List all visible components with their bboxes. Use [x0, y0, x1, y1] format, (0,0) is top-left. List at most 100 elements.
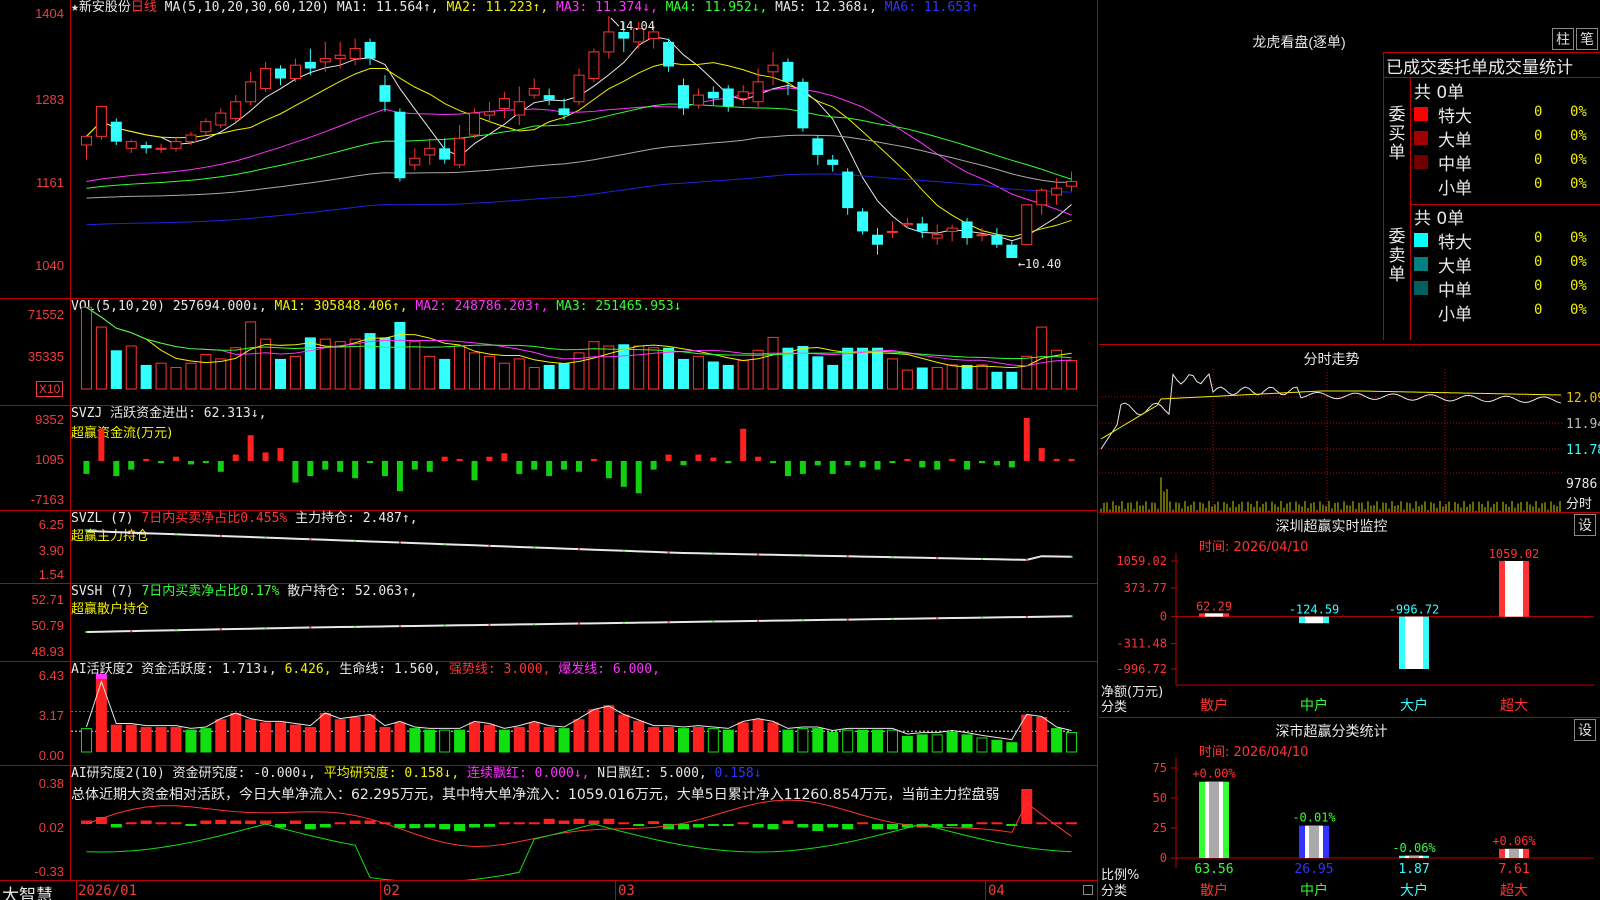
candle-body: [274, 68, 286, 79]
svzj-bar: [367, 461, 374, 464]
ai-research-bar: [991, 822, 1003, 825]
sz-monitor-ytick: 0: [1160, 610, 1167, 624]
ai-activity-bar: [558, 728, 570, 753]
ai-research-bar: [334, 822, 346, 825]
ai-activity-bar: [304, 727, 316, 752]
ai-research-bar: [469, 824, 481, 828]
volume-panel[interactable]: VOL(5,10,20) 257694.000↓, MA1: 305848.40…: [0, 298, 1098, 405]
svzl-line-dot: [846, 555, 849, 558]
tick-mode-button[interactable]: 笔: [1576, 28, 1598, 50]
sell-row-percent: 0%: [1570, 302, 1587, 318]
candle-body: [812, 138, 824, 155]
intraday-chart[interactable]: [1099, 369, 1569, 513]
ai-activity-bar: [379, 727, 391, 752]
svzl-line-dot: [891, 556, 894, 559]
svzj-bar: [277, 448, 284, 461]
ai-activity-bar: [125, 724, 137, 752]
candle-body: [140, 144, 152, 149]
lock-icon[interactable]: [1083, 885, 1093, 895]
sz-monitor-panel[interactable]: 深圳超赢实时监控 设 时间: 2026/04/10 1059.02 373.77 0…: [1099, 512, 1600, 717]
svzl-tick-3: 1.54: [38, 567, 64, 582]
volume-bar: [110, 350, 122, 389]
price-panel[interactable]: ★新安股份日线 MA(5,10,20,30,60,120) MA1: 11.56…: [0, 0, 1097, 298]
svzl-panel[interactable]: SVZL (7) 7日内买卖净占比0.455% 主力持仓: 2.487↑, 超赢…: [0, 510, 1098, 583]
ai-activity-bar: [1036, 716, 1048, 752]
candle-body: [1021, 204, 1033, 246]
svzl-line: [85, 530, 1073, 561]
svzj-bar: [471, 461, 478, 481]
ai-activity-bar: [782, 729, 794, 753]
svzj-bar: [978, 461, 985, 464]
svzl-line-dot: [443, 543, 446, 546]
ai-research-bar: [245, 820, 257, 824]
svzl-line-dot: [622, 549, 625, 552]
svsh-line-dot: [846, 618, 849, 621]
candle-body: [797, 81, 809, 129]
ai-research-bar: [842, 824, 854, 830]
svzj-bar: [456, 458, 463, 461]
ai-research-bar: [588, 820, 600, 824]
svzj-bar: [426, 461, 433, 472]
buy-row-count: 0: [1534, 176, 1543, 192]
svzj-bar: [904, 458, 911, 461]
ai-activity-bar: [245, 719, 257, 752]
sz-class-category: 中户: [1300, 882, 1328, 899]
bar-mode-button[interactable]: 柱: [1552, 28, 1574, 50]
svzj-bar: [829, 461, 836, 474]
svsh-line-dot: [980, 616, 983, 619]
date-div-2: [380, 881, 381, 900]
candle-body: [469, 112, 481, 136]
volume-bar: [140, 364, 152, 389]
ai-activity-bar: [588, 709, 600, 752]
ai-activity-bar: [573, 719, 585, 752]
sz-class-panel[interactable]: 深市超赢分类统计 设 时间: 2026/04/10 75 50 25 0 +0.00% 6…: [1099, 717, 1600, 900]
ai-activity-bar: [722, 729, 734, 753]
volume-bar: [633, 345, 645, 390]
candle-body: [349, 48, 361, 60]
candle-body: [424, 147, 436, 156]
lhb-subtitle: 已成交委托单成交量统计: [1383, 52, 1600, 78]
svzj-bar: [859, 461, 866, 468]
ai-activity-panel[interactable]: AI活跃度2 资金活跃度: 1.713↓, 6.426, 生命线: 1.560,…: [0, 661, 1098, 765]
sz-class-bar-inner: [1509, 848, 1519, 858]
sz-class-bar-inner: [1409, 855, 1419, 858]
volume-bar: [245, 321, 257, 390]
ai-research-bar: [110, 824, 122, 828]
intraday-panel[interactable]: 分时走势 12.09 11.94 11.78 9786 分时: [1099, 344, 1600, 513]
svzj-panel[interactable]: SVZJ 活跃资金进出: 62.313↓, 超赢资金流(万元) 9352 109…: [0, 405, 1098, 510]
volume-bar: [1006, 371, 1018, 389]
svzl-line-dot: [354, 539, 357, 542]
buy-row-count: 0: [1534, 128, 1543, 144]
ai-activity-bar: [364, 714, 376, 752]
svzj-bar: [1038, 448, 1045, 461]
sz-class-category: 散户: [1200, 882, 1228, 899]
ai-activity-bar: [483, 724, 495, 752]
ai-research-bar: [513, 822, 525, 825]
candle-body: [946, 227, 958, 232]
low-price-label: ←10.40: [1018, 257, 1061, 271]
svzj-bar: [964, 461, 971, 470]
svzj-bar: [725, 461, 732, 464]
ai-activity-bar: [230, 713, 242, 752]
ai-research-bar: [558, 820, 570, 824]
svzj-bar: [98, 428, 105, 461]
svzl-line-dot: [757, 553, 760, 556]
high-arrow: [610, 17, 620, 27]
date-jan: 2026/01: [78, 883, 138, 899]
candle-body: [857, 211, 869, 232]
ma-line-1: [86, 36, 1072, 242]
chart-area[interactable]: ★新安股份日线 MA(5,10,20,30,60,120) MA1: 11.56…: [0, 0, 1098, 900]
ai-research-bar: [409, 824, 421, 829]
candle-body: [663, 41, 675, 67]
candlestick-chart[interactable]: 14.04 ←10.40: [71, 0, 1097, 298]
ai-research-bar: [289, 820, 301, 824]
svsh-panel[interactable]: SVSH (7) 7日内买卖净占比0.17% 散户持仓: 52.063↑, 超赢…: [0, 583, 1098, 661]
candle-body: [737, 91, 749, 99]
ai-research-panel[interactable]: AI研究度2(10) 资金研究度: -0.000↓, 平均研究度: 0.158↓…: [0, 765, 1098, 880]
sell-row-label: 特大: [1438, 233, 1472, 253]
candle-body: [364, 41, 376, 59]
ai-activity-bar: [633, 720, 645, 752]
ai-research-bar: [215, 819, 227, 824]
svzj-bar: [635, 461, 642, 494]
svzj-bar: [292, 461, 299, 483]
